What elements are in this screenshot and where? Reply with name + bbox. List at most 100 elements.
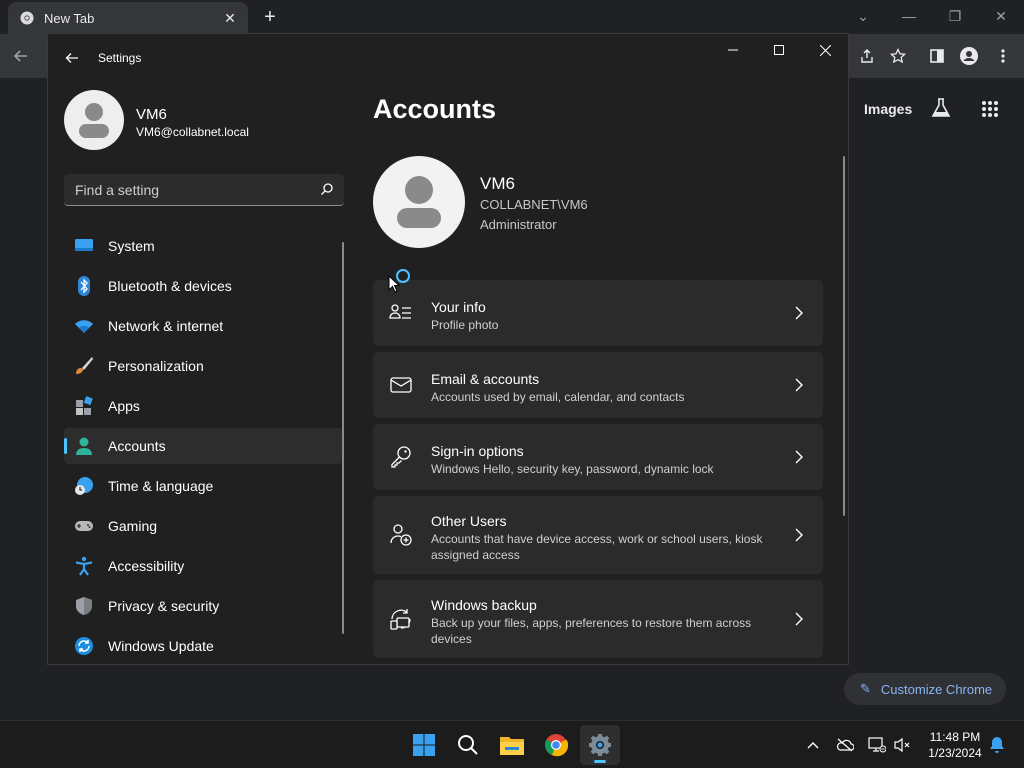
settings-gear-icon bbox=[589, 734, 611, 756]
account-domain: COLLABNET\VM6 bbox=[480, 197, 588, 212]
add-user-icon bbox=[390, 524, 412, 546]
chevron-right-icon bbox=[795, 612, 803, 626]
nav-item-network[interactable]: Network & internet bbox=[64, 308, 342, 344]
nav-item-label: Accounts bbox=[108, 438, 166, 454]
chrome-menu-icon[interactable] bbox=[992, 45, 1014, 67]
google-apps-icon[interactable] bbox=[979, 98, 1001, 120]
chrome-taskbar-button[interactable] bbox=[536, 725, 576, 765]
card-other-users[interactable]: Other Users Accounts that have device ac… bbox=[373, 496, 823, 574]
network-disconnected-icon[interactable] bbox=[867, 735, 887, 755]
nav-scrollbar[interactable] bbox=[342, 242, 344, 634]
nav-item-time-language[interactable]: Time & language bbox=[64, 468, 342, 504]
file-explorer-button[interactable] bbox=[492, 725, 532, 765]
taskbar: 11:48 PM 1/23/2024 bbox=[0, 720, 1024, 768]
nav-item-system[interactable]: System bbox=[64, 228, 342, 264]
brush-icon bbox=[76, 357, 93, 374]
maximize-button[interactable] bbox=[756, 34, 802, 66]
clock-globe-icon bbox=[75, 477, 93, 495]
account-role: Administrator bbox=[480, 217, 557, 232]
user-avatar[interactable] bbox=[64, 90, 124, 150]
notification-bell-icon[interactable] bbox=[987, 735, 1007, 755]
search-input[interactable]: Find a setting bbox=[64, 174, 344, 206]
search-icon bbox=[458, 735, 478, 755]
chevron-right-icon bbox=[795, 378, 803, 392]
tab-search-icon[interactable]: ⌄ bbox=[840, 0, 886, 32]
share-icon[interactable] bbox=[856, 45, 878, 67]
start-button[interactable] bbox=[404, 725, 444, 765]
volume-muted-icon[interactable] bbox=[892, 735, 912, 755]
profile-icon[interactable] bbox=[958, 45, 980, 67]
nav-item-bluetooth[interactable]: Bluetooth & devices bbox=[64, 268, 342, 304]
chrome-minimize-button[interactable]: — bbox=[886, 0, 932, 32]
taskbar-search-button[interactable] bbox=[448, 725, 488, 765]
file-explorer-icon bbox=[500, 737, 524, 755]
nav-item-label: Personalization bbox=[108, 358, 204, 374]
card-windows-backup[interactable]: Windows backup Back up your files, apps,… bbox=[373, 580, 823, 658]
nav-item-label: System bbox=[108, 238, 155, 254]
nav-item-privacy-security[interactable]: Privacy & security bbox=[64, 588, 342, 624]
account-avatar[interactable] bbox=[373, 156, 465, 248]
card-your-info[interactable]: Your info Profile photo bbox=[373, 280, 823, 346]
arrow-left-icon bbox=[65, 53, 78, 63]
card-title: Windows backup bbox=[431, 597, 537, 613]
back-button[interactable] bbox=[62, 48, 82, 68]
minimize-button[interactable] bbox=[710, 34, 756, 66]
backup-icon bbox=[390, 609, 411, 630]
gamepad-icon bbox=[75, 521, 93, 531]
chrome-icon bbox=[545, 734, 568, 757]
nav-item-accessibility[interactable]: Accessibility bbox=[64, 548, 342, 584]
card-sign-in-options[interactable]: Sign-in options Windows Hello, security … bbox=[373, 424, 823, 490]
card-email-accounts[interactable]: Email & accounts Accounts used by email,… bbox=[373, 352, 823, 418]
nav-item-accounts[interactable]: Accounts bbox=[64, 428, 342, 464]
system-clock[interactable]: 11:48 PM 1/23/2024 bbox=[918, 729, 992, 761]
card-subtitle: Accounts that have device access, work o… bbox=[431, 532, 763, 562]
pencil-icon: ✎ bbox=[860, 681, 871, 696]
side-panel-icon[interactable] bbox=[926, 45, 948, 67]
nav-item-label: Apps bbox=[108, 398, 140, 414]
settings-taskbar-button[interactable] bbox=[580, 725, 620, 765]
active-indicator bbox=[594, 760, 606, 763]
labs-flask-icon[interactable] bbox=[930, 97, 952, 119]
card-subtitle: Windows Hello, security key, password, d… bbox=[431, 462, 714, 476]
close-tab-icon[interactable]: ✕ bbox=[218, 6, 242, 30]
chevron-right-icon bbox=[795, 306, 803, 320]
card-subtitle: Back up your files, apps, preferences to… bbox=[431, 616, 752, 646]
card-title: Sign-in options bbox=[431, 443, 524, 459]
chrome-back-icon[interactable] bbox=[10, 45, 32, 67]
onedrive-offline-icon[interactable] bbox=[835, 735, 855, 755]
user-info-icon bbox=[389, 304, 411, 319]
card-subtitle: Profile photo bbox=[431, 318, 499, 332]
chrome-tab-new-tab[interactable]: New Tab ✕ bbox=[8, 2, 248, 34]
accessibility-icon bbox=[75, 556, 93, 576]
page-title: Accounts bbox=[373, 94, 497, 124]
content-scrollbar[interactable] bbox=[843, 156, 845, 516]
new-tab-button[interactable]: + bbox=[258, 5, 282, 29]
search-placeholder: Find a setting bbox=[75, 181, 160, 198]
chrome-favicon-icon bbox=[20, 11, 34, 25]
settings-title-bar: Settings bbox=[48, 34, 848, 80]
nav-item-label: Time & language bbox=[108, 478, 214, 494]
user-email: VM6@collabnet.local bbox=[136, 125, 249, 139]
shield-icon bbox=[76, 597, 92, 615]
customize-chrome-button[interactable]: ✎ Customize Chrome bbox=[844, 673, 1006, 705]
user-name: VM6 bbox=[136, 106, 167, 123]
nav-item-apps[interactable]: Apps bbox=[64, 388, 342, 424]
update-icon bbox=[75, 637, 93, 655]
clock-date: 1/23/2024 bbox=[928, 746, 982, 760]
monitor-icon bbox=[75, 239, 93, 251]
chrome-restore-button[interactable]: ❐ bbox=[932, 0, 978, 32]
windows-start-icon bbox=[413, 734, 435, 756]
card-title: Email & accounts bbox=[431, 371, 540, 387]
close-button[interactable] bbox=[802, 34, 848, 66]
nav-item-windows-update[interactable]: Windows Update bbox=[64, 628, 342, 664]
chrome-close-button[interactable]: ✕ bbox=[978, 0, 1024, 32]
nav-item-personalization[interactable]: Personalization bbox=[64, 348, 342, 384]
nav-item-gaming[interactable]: Gaming bbox=[64, 508, 342, 544]
clock-time: 11:48 PM bbox=[929, 730, 981, 744]
show-hidden-icons-chevron-up-icon[interactable] bbox=[803, 735, 823, 755]
images-link[interactable]: Images bbox=[864, 101, 912, 117]
nav-item-label: Network & internet bbox=[108, 318, 224, 334]
bookmark-star-icon[interactable] bbox=[887, 45, 909, 67]
mouse-cursor-icon bbox=[388, 275, 400, 293]
chrome-tab-title: New Tab bbox=[44, 10, 95, 26]
